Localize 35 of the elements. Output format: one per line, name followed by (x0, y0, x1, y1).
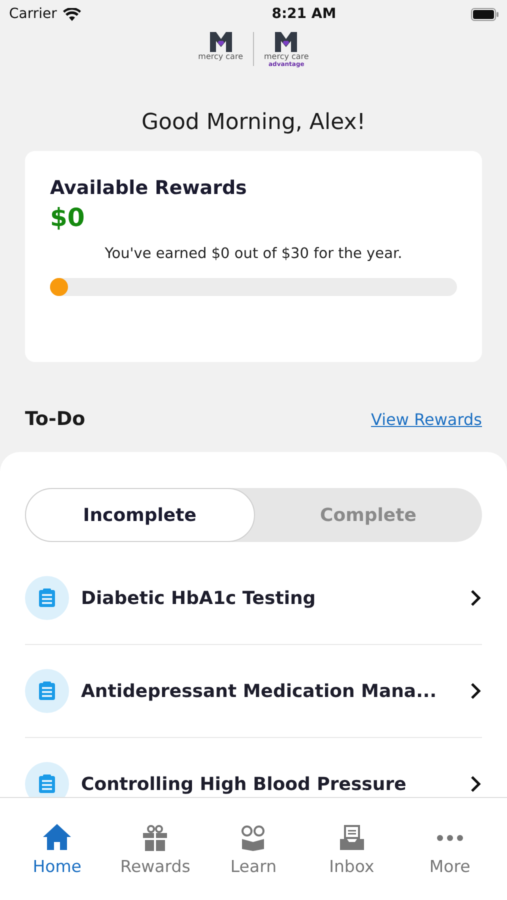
view-rewards-link[interactable]: View Rewards (371, 410, 482, 428)
task-title[interactable]: Antidepressant Medication Mana... (81, 680, 470, 702)
segment-tab[interactable]: Incomplete (25, 488, 254, 542)
clipboard-icon (25, 762, 69, 797)
reader-icon (240, 825, 266, 851)
tab-bar-item[interactable]: Home (12, 812, 102, 884)
rewards-amount: $0 (50, 203, 86, 232)
tab-bar-item[interactable]: More (404, 812, 495, 884)
card-title: Available Rewards (50, 177, 248, 199)
segment-tab[interactable]: Complete (254, 488, 482, 542)
battery-icon (470, 8, 499, 20)
chevron-right-icon[interactable] (470, 775, 482, 793)
logo-icon (275, 32, 298, 52)
gift-icon (143, 825, 168, 851)
chevron-right-icon[interactable] (470, 682, 482, 700)
tab-bar-item[interactable]: Rewards (110, 812, 200, 884)
wifi-icon (62, 8, 81, 20)
logo-icon (210, 32, 232, 52)
clipboard-icon (25, 576, 69, 620)
task-title[interactable]: Controlling High Blood Pressure (81, 774, 470, 794)
greeting-heading: Good Morning, Alex! (140, 110, 367, 135)
home-icon (42, 823, 72, 851)
tab-bar-item[interactable]: Inbox (306, 812, 397, 884)
task-title[interactable]: Diabetic HbA1c Testing (81, 588, 470, 608)
tab-bar-item[interactable]: Learn (208, 812, 298, 884)
logo-text: mercy care (264, 52, 309, 61)
more-icon (436, 835, 463, 841)
clipboard-icon (25, 669, 69, 713)
logo-text: mercy care (198, 52, 243, 61)
inbox-icon (338, 825, 365, 851)
clock-time: 8:21 AM (272, 6, 336, 22)
chevron-right-icon[interactable] (470, 589, 482, 607)
rewards-summary: You've earned $0 out of $30 for the year. (104, 246, 404, 262)
carrier-name: Carrier (9, 6, 57, 22)
section-title: To-Do (25, 408, 86, 430)
